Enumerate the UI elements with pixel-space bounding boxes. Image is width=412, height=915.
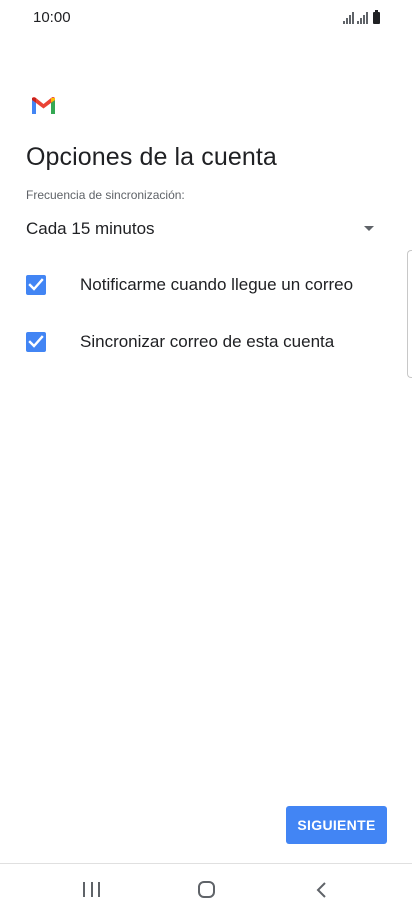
sync-frequency-select[interactable]: Cada 15 minutos <box>26 214 376 244</box>
sync-frequency-value: Cada 15 minutos <box>26 219 155 238</box>
signal-1-icon <box>343 12 354 24</box>
next-button[interactable]: SIGUIENTE <box>286 806 387 844</box>
signal-2-icon <box>357 12 368 24</box>
account-options-screen: 10:00 Opciones de la cuenta Frecuencia d… <box>0 0 412 915</box>
battery-icon <box>373 10 380 24</box>
status-bar: 10:00 <box>0 0 412 36</box>
sync-frequency-label: Frecuencia de sincronización: <box>26 188 185 202</box>
sync-option[interactable]: Sincronizar correo de esta cuenta <box>26 325 386 357</box>
sync-checkbox[interactable] <box>26 332 46 352</box>
edge-panel-handle[interactable] <box>407 250 412 378</box>
gmail-logo-icon <box>32 97 55 114</box>
recent-apps-icon[interactable] <box>83 882 100 897</box>
check-icon <box>28 335 44 348</box>
dropdown-arrow-icon <box>364 226 374 231</box>
page-title: Opciones de la cuenta <box>26 143 277 171</box>
notify-checkbox[interactable] <box>26 275 46 295</box>
status-icons <box>343 10 380 24</box>
notify-option-label: Notificarme cuando llegue un correo <box>80 275 354 294</box>
check-icon <box>28 278 44 291</box>
notify-option[interactable]: Notificarme cuando llegue un correo <box>26 268 386 300</box>
sync-option-label: Sincronizar correo de esta cuenta <box>80 332 335 351</box>
navigation-bar <box>0 864 412 915</box>
status-time: 10:00 <box>33 9 71 26</box>
back-icon[interactable] <box>316 882 328 898</box>
home-icon[interactable] <box>198 881 215 898</box>
